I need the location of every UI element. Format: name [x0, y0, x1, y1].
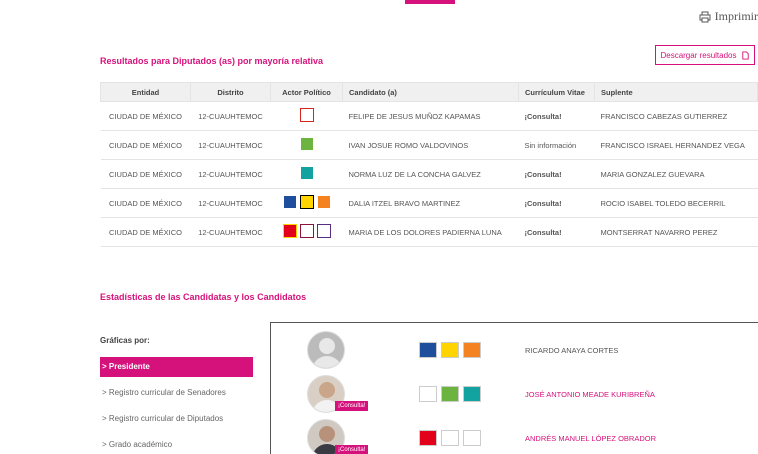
cell-actor-politico: [270, 130, 343, 160]
cell-actor-politico: [270, 159, 343, 189]
cell-candidato: NORMA LUZ DE LA CONCHA GALVEZ: [342, 159, 519, 189]
cell-distrito: 12-CUAUHTEMOC: [190, 130, 271, 160]
cell-entidad: CIUDAD DE MÉXICO: [100, 188, 191, 218]
download-results-button[interactable]: Descargar resultados: [655, 45, 755, 65]
avatar-placeholder-icon: [307, 331, 345, 369]
cell-suplente: FRANCISCO CABEZAS GUTIERREZ: [594, 101, 758, 131]
cell-distrito: 12-CUAUHTEMOC: [190, 159, 271, 189]
graficas-label: Gráficas por:: [100, 336, 150, 345]
results-header-row: Entidad Distrito Actor Político Candidat…: [100, 82, 758, 102]
sidebar-item[interactable]: > Registro curricular de Diputados: [100, 409, 260, 429]
printer-icon: [699, 11, 711, 22]
cell-entidad: CIUDAD DE MÉXICO: [100, 159, 191, 189]
graficas-sidebar: Gráficas por: > Presidente > Registro cur…: [100, 324, 260, 454]
print-label: Imprimir: [714, 9, 758, 23]
header-entidad: Entidad: [100, 82, 191, 102]
nueva-alianza-logo: [463, 386, 481, 402]
header-suplente: Suplente: [594, 82, 758, 102]
pt-logo: [282, 224, 297, 238]
pri-logo: [419, 386, 437, 402]
table-row: CIUDAD DE MÉXICO 12-CUAUHTEMOC IVAN JOSUE …: [100, 130, 758, 160]
candidate-name[interactable]: ANDRÉS MANUEL LÓPEZ OBRADOR: [525, 434, 656, 443]
pes-logo: [463, 430, 481, 446]
prd-logo: [299, 195, 314, 209]
table-row: CIUDAD DE MÉXICO 12-CUAUHTEMOC MARIA DE LO…: [100, 217, 758, 247]
party-logos: [282, 224, 331, 238]
cv-consulta-link[interactable]: ¡Consulta!: [518, 188, 595, 218]
candidate-row: ¡Consulta! ANDRÉS MANUEL LÓPEZ OBRADOR: [271, 419, 758, 454]
cell-suplente: MARIA GONZALEZ GUEVARA: [594, 159, 758, 189]
cell-entidad: CIUDAD DE MÉXICO: [100, 217, 191, 247]
cell-entidad: CIUDAD DE MÉXICO: [100, 130, 191, 160]
page: Imprimir Resultados para Diputados (as) …: [0, 0, 758, 454]
pt-logo: [419, 430, 437, 446]
download-label: Descargar resultados: [660, 50, 737, 60]
candidate-name: RICARDO ANAYA CORTES: [525, 346, 619, 355]
party-logos: [299, 137, 314, 151]
header-actor: Actor Político: [270, 82, 343, 102]
sidebar-item[interactable]: > Presidente: [100, 357, 253, 377]
stats-title: Estadísticas de las Candidatas y los Can…: [100, 292, 307, 302]
print-button[interactable]: Imprimir: [699, 9, 758, 24]
mc-logo: [463, 342, 481, 358]
results-title: Resultados para Diputados (as) por mayor…: [100, 56, 324, 66]
cell-candidato: FELIPE DE JESUS MUÑOZ KAPAMAS: [342, 101, 519, 131]
pan-logo: [419, 342, 437, 358]
avatar-head: [319, 426, 335, 442]
cell-candidato: MARIA DE LOS DOLORES PADIERNA LUNA: [342, 217, 519, 247]
party-logos: [419, 386, 481, 402]
verde-logo: [299, 137, 314, 151]
sidebar-item[interactable]: > Grado académico: [100, 435, 260, 454]
cell-actor-politico: [270, 188, 343, 218]
prd-logo: [441, 342, 459, 358]
cell-candidato: IVAN JOSUE ROMO VALDOVINOS: [342, 130, 519, 160]
candidate-consulta-button[interactable]: ¡Consulta!: [335, 401, 369, 411]
candidate-row: ¡Consulta! JOSÉ ANTONIO MEADE KURIBREÑA: [271, 375, 758, 415]
pan-logo: [282, 195, 297, 209]
mc-logo: [316, 195, 331, 209]
cell-actor-politico: [270, 217, 343, 247]
pes-logo: [316, 224, 331, 238]
avatar-head: [319, 382, 335, 398]
results-table: Entidad Distrito Actor Político Candidat…: [100, 82, 758, 247]
cell-entidad: CIUDAD DE MÉXICO: [100, 101, 191, 131]
verde-logo: [441, 386, 459, 402]
cv-consulta-link[interactable]: ¡Consulta!: [518, 159, 595, 189]
cell-distrito: 12-CUAUHTEMOC: [190, 188, 271, 218]
cell-distrito: 12-CUAUHTEMOC: [190, 101, 271, 131]
cell-suplente: ROCIO ISABEL TOLEDO BECERRIL: [594, 188, 758, 218]
avatar-body: [312, 356, 342, 368]
cv-consulta-link[interactable]: ¡Consulta!: [518, 217, 595, 247]
candidate-consulta-button[interactable]: ¡Consulta!: [335, 445, 369, 454]
cell-suplente: MONTSERRAT NAVARRO PEREZ: [594, 217, 758, 247]
party-logos: [299, 108, 314, 122]
header-candidato: Candidato (a): [342, 82, 519, 102]
candidate-name[interactable]: JOSÉ ANTONIO MEADE KURIBREÑA: [525, 390, 655, 399]
cell-distrito: 12-CUAUHTEMOC: [190, 217, 271, 247]
cv-consulta-link[interactable]: ¡Consulta!: [518, 101, 595, 131]
party-logos: [282, 195, 331, 209]
nueva-alianza-logo: [299, 166, 314, 180]
candidate-row: RICARDO ANAYA CORTES: [271, 331, 758, 371]
pri-verde-logo: [299, 108, 314, 122]
table-row: CIUDAD DE MÉXICO 12-CUAUHTEMOC DALIA ITZEL…: [100, 188, 758, 218]
pdf-file-icon: [741, 50, 749, 60]
table-row: CIUDAD DE MÉXICO 12-CUAUHTEMOC FELIPE DE J…: [100, 101, 758, 131]
cell-suplente: FRANCISCO ISRAEL HERNANDEZ VEGA: [594, 130, 758, 160]
candidates-panel: RICARDO ANAYA CORTES ¡Consulta! JOSÉ ANTON…: [270, 322, 758, 454]
active-tab-indicator: [405, 0, 455, 4]
cv-no-info: Sin información: [518, 130, 595, 160]
cell-actor-politico: [270, 101, 343, 131]
header-distrito: Distrito: [190, 82, 271, 102]
party-logos: [299, 166, 314, 180]
sidebar-item[interactable]: > Registro curricular de Senadores: [100, 383, 260, 403]
avatar-head: [319, 338, 335, 354]
morena-logo: [441, 430, 459, 446]
morena-logo: [299, 224, 314, 238]
party-logos: [419, 342, 481, 358]
cell-candidato: DALIA ITZEL BRAVO MARTINEZ: [342, 188, 519, 218]
table-row: CIUDAD DE MÉXICO 12-CUAUHTEMOC NORMA LUZ D…: [100, 159, 758, 189]
party-logos: [419, 430, 481, 446]
header-cv: Currículum Vitae: [518, 82, 595, 102]
